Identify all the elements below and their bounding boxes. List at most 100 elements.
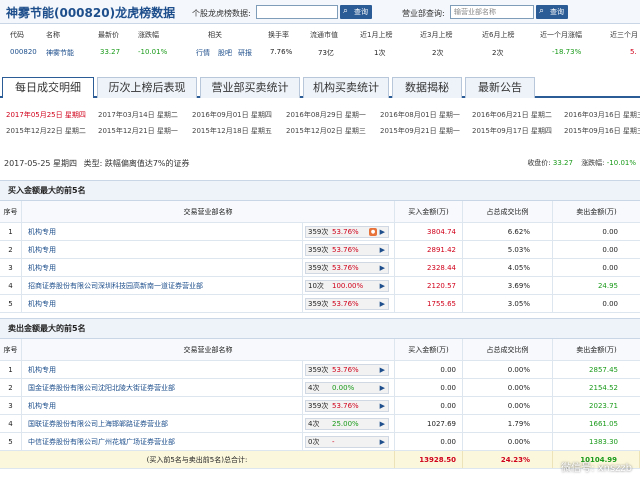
research-link[interactable]: 研报 [238, 48, 252, 58]
date-link[interactable]: 2016年09月01日 星期四 [192, 110, 272, 120]
broker-stats-box[interactable]: 359次 53.76% ▶ [305, 363, 389, 376]
broker-stats-box[interactable]: 359次 53.76% ▶ [305, 297, 389, 310]
broker-search-label: 营业部查询: [402, 9, 445, 18]
date-link[interactable]: 2015年09月21日 星期一 [380, 126, 460, 136]
buy-amount: 3804.74 [395, 223, 463, 240]
expand-arrow-icon[interactable]: ▶ [380, 246, 385, 254]
close-price: 33.27 [552, 159, 573, 167]
broker-stats-box[interactable]: 4次 25.00% ▶ [305, 417, 389, 430]
broker-stats: 4次 0.00% ▶ [303, 379, 395, 396]
expand-arrow-icon[interactable]: ▶ [380, 420, 385, 428]
row-seq: 2 [0, 379, 22, 396]
tab-broker-stats[interactable]: 营业部买卖统计 [200, 77, 300, 98]
date-list: 2017年05月25日 星期四 2017年03月14日 星期二 2016年09月… [0, 106, 640, 136]
stock-search-input[interactable] [256, 5, 338, 19]
broker-name-link[interactable]: 机构专用 [22, 295, 303, 312]
list-count: 4次 [308, 419, 320, 428]
sell-amount: 2154.52 [589, 383, 618, 392]
row-seq: 2 [0, 241, 22, 258]
broker-name-link[interactable]: 机构专用 [22, 241, 303, 258]
date-link[interactable]: 2015年12月22日 星期二 [6, 126, 86, 136]
win-rate: 25.00% [332, 419, 359, 428]
quote-link[interactable]: 行情 [196, 48, 210, 58]
broker-stats: 359次 53.76% ▶ [303, 241, 395, 258]
expand-arrow-icon[interactable]: ▶ [380, 228, 385, 236]
date-link[interactable]: 2015年12月02日 星期三 [286, 126, 366, 136]
expand-arrow-icon[interactable]: ▶ [380, 300, 385, 308]
sell-amount: 2857.45 [589, 365, 618, 374]
tab-history-performance[interactable]: 历次上榜后表现 [97, 77, 197, 98]
broker-stats-box[interactable]: 359次 53.76% ▶ [305, 261, 389, 274]
broker-name-link[interactable]: 中信证券股份有限公司广州花城广场证券营业部 [22, 433, 303, 450]
stock-search-button[interactable]: 查询 [340, 4, 372, 19]
summary-col: 近三个月 [610, 31, 638, 39]
row-seq: 5 [0, 433, 22, 450]
broker-name-link[interactable]: 机构专用 [22, 397, 303, 414]
stock-search-label: 个股龙虎榜数据: [192, 9, 251, 18]
buy-amount: 1755.65 [395, 295, 463, 312]
date-link[interactable]: 2017年05月25日 星期四 [6, 110, 86, 120]
broker-search-input[interactable]: 输营业部名称 [450, 5, 534, 19]
expand-arrow-icon[interactable]: ▶ [380, 282, 385, 290]
ratio: 3.05% [463, 295, 553, 312]
broker-stats-box[interactable]: 359次 53.76% ▶ [305, 399, 389, 412]
summary-col: 近3月上榜 [420, 31, 453, 39]
stock-code[interactable]: 000820 [10, 48, 37, 56]
date-link[interactable]: 2016年08月01日 星期一 [380, 110, 460, 120]
date-link[interactable]: 2016年06月21日 星期二 [472, 110, 552, 120]
broker-name-link[interactable]: 机构专用 [22, 361, 303, 378]
broker-stats-box[interactable]: 4次 0.00% ▶ [305, 381, 389, 394]
ratio: 0.00% [463, 379, 553, 396]
expand-arrow-icon[interactable]: ▶ [380, 384, 385, 392]
broker-name-link[interactable]: 机构专用 [22, 259, 303, 276]
tab-institution-stats[interactable]: 机构买卖统计 [303, 77, 389, 98]
date-link[interactable]: 2017年03月14日 星期二 [98, 110, 178, 120]
broker-stats-box[interactable]: 359次 53.76% ▶ [305, 243, 389, 256]
tab-daily-detail[interactable]: 每日成交明细 [2, 77, 94, 98]
stock-price: 33.27 [100, 48, 121, 56]
stock-change: -10.01% [138, 48, 168, 56]
ratio: 1.79% [463, 415, 553, 432]
date-link[interactable]: 2016年08月29日 星期一 [286, 110, 366, 120]
type-label: 类型: [83, 159, 103, 168]
tab-data-reveal[interactable]: 数据揭秘 [392, 77, 462, 98]
row-seq: 3 [0, 397, 22, 414]
broker-search-button[interactable]: 查询 [536, 4, 568, 19]
expand-arrow-icon[interactable]: ▶ [380, 264, 385, 272]
ratio: 3.69% [463, 277, 553, 294]
broker-stats: 359次 53.76% ▶ [303, 295, 395, 312]
row-seq: 1 [0, 361, 22, 378]
broker-stats-box[interactable]: 10次 100.00% ▶ [305, 279, 389, 292]
date-link[interactable]: 2016年03月16日 星期三 [564, 110, 640, 120]
broker-name-link[interactable]: 机构专用 [22, 223, 303, 240]
summary-col: 换手率 [268, 31, 289, 39]
col-seq: 序号 [0, 339, 22, 360]
summary-col: 近6月上榜 [482, 31, 515, 39]
table-row: 2 机构专用 359次 53.76% ▶ 2891.42 5.03% 0.00 [0, 241, 640, 259]
stock-name[interactable]: 神雾节能 [46, 48, 74, 58]
col-seq: 序号 [0, 201, 22, 222]
tab-latest-notice[interactable]: 最新公告 [465, 77, 535, 98]
broker-name-link[interactable]: 国联证券股份有限公司上海邯郸路证券营业部 [22, 415, 303, 432]
expand-arrow-icon[interactable]: ▶ [380, 438, 385, 446]
expand-arrow-icon[interactable]: ▶ [380, 402, 385, 410]
win-rate: 100.00% [332, 281, 364, 290]
buy-panel-title: 买入金额最大的前5名 [0, 181, 640, 201]
broker-stats-box[interactable]: 359次 53.76% ● ▶ [305, 225, 389, 238]
date-link[interactable]: 2015年12月18日 星期五 [192, 126, 272, 136]
broker-stats-box[interactable]: 0次 - ▶ [305, 435, 389, 448]
summary-col: 代码 [10, 31, 24, 39]
ratio: 0.00% [463, 361, 553, 378]
win-rate: 0.00% [332, 383, 355, 392]
price-info: 收盘价: 33.27 涨跌幅: -10.01% [527, 158, 636, 168]
date-link[interactable]: 2015年12月21日 星期一 [98, 126, 178, 136]
broker-name-link[interactable]: 国金证券股份有限公司沈阳北陵大街证券营业部 [22, 379, 303, 396]
forum-link[interactable]: 股吧 [218, 48, 232, 58]
sell-amount: 0.00 [602, 227, 618, 236]
broker-name-link[interactable]: 招商证券股份有限公司深圳科技园高新南一道证券营业部 [22, 277, 303, 294]
list-count: 359次 [308, 401, 329, 410]
expand-arrow-icon[interactable]: ▶ [380, 366, 385, 374]
wechat-watermark: 微信号: xnszzb [561, 463, 632, 474]
date-link[interactable]: 2015年09月17日 星期四 [472, 126, 552, 136]
date-link[interactable]: 2015年09月16日 星期三 [564, 126, 640, 136]
